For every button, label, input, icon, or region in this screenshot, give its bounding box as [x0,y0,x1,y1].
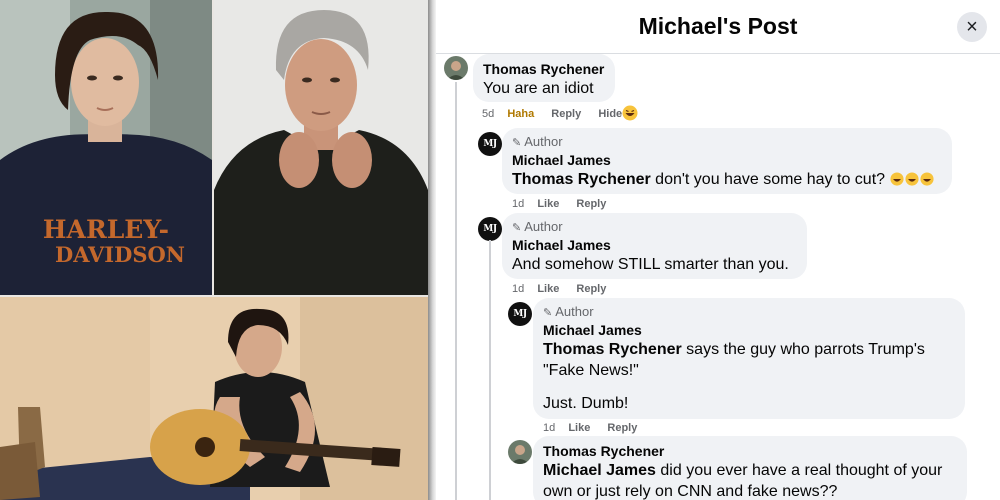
svg-text:DAVIDSON: DAVIDSON [55,242,185,267]
dialog-title: Michael's Post [638,13,798,39]
photo-man-with-acoustic-guitar[interactable] [0,297,428,500]
hide-button[interactable]: Hide [598,108,622,120]
comment-time[interactable]: 1d [512,198,524,210]
pencil-icon: ✎ [543,307,553,319]
laughing-emoji-icon [890,172,905,186]
photo-young-man-harley-sweater[interactable]: HARLEY- DAVIDSON [0,0,212,295]
comment-actions: 1d Like Reply [543,422,651,434]
avatar-michael-james[interactable]: MJ [478,132,502,156]
like-button[interactable]: Like [537,198,559,210]
like-button[interactable]: Like [568,422,590,434]
reply-button[interactable]: Reply [576,283,606,295]
comment-author[interactable]: Michael James [543,321,955,339]
close-button[interactable]: × [957,12,987,42]
pencil-icon: ✎ [512,137,522,149]
avatar-michael-james[interactable]: MJ [478,217,502,241]
svg-text:HARLEY-: HARLEY- [43,215,169,244]
photo-collage: HARLEY- DAVIDSON [0,0,430,500]
mention-link[interactable]: Thomas Rychener [543,341,682,358]
comment-actions: 5d Haha Reply Hide [482,108,636,120]
laughing-emoji-icon[interactable] [622,105,638,121]
pencil-icon: ✎ [512,222,522,234]
photo-older-man-gray-hair[interactable] [214,0,428,295]
comment-text: Thomas Rychener says the guy who parrots… [543,341,925,412]
thread-line [455,82,457,500]
comment-author[interactable]: Thomas Rychener [543,442,957,460]
comment-actions: 1d Like Reply [512,283,620,295]
reply-button[interactable]: Reply [576,198,606,210]
mention-link[interactable]: Thomas Rychener [512,171,651,188]
comment-author[interactable]: Michael James [512,236,797,254]
comment-bubble: ✎ Author Michael James Thomas Rychener sa… [533,298,965,419]
reply-button[interactable]: Reply [551,108,581,120]
collage-divider [428,0,436,500]
author-badge: ✎ Author [543,304,594,319]
comment-text: Michael James did you ever have a real t… [543,462,943,500]
comment-time[interactable]: 5d [482,108,494,120]
mention-link[interactable]: Michael James [543,462,656,479]
comment-text: Thomas Rychener don't you have some hay … [512,169,942,190]
author-badge: ✎ Author [512,219,563,234]
reply-button[interactable]: Reply [607,422,637,434]
thread-line [489,240,491,500]
avatar-thomas-rychener[interactable] [444,56,468,80]
like-button[interactable]: Like [537,283,559,295]
comment-time[interactable]: 1d [512,283,524,295]
comment-text: And somehow STILL smarter than you. [512,256,789,273]
comment-bubble: ✎ Author Michael James And somehow STILL … [502,213,807,279]
comment-text: You are an idiot [483,80,594,97]
comment-author[interactable]: Michael James [512,151,942,169]
haha-reaction-button[interactable]: Haha [507,108,534,120]
close-icon: × [966,16,978,38]
post-dialog: Michael's Post × Thomas Rychener You are… [436,0,1000,500]
author-badge: ✎ Author [512,134,563,149]
avatar-michael-james[interactable]: MJ [508,302,532,326]
comment-time[interactable]: 1d [543,422,555,434]
avatar-thomas-rychener[interactable] [508,440,532,464]
comment-bubble: Thomas Rychener Michael James did you ev… [533,436,967,500]
comment-author[interactable]: Thomas Rychener [483,60,605,78]
comment-actions: 1d Like Reply [512,198,620,210]
laughing-emoji-icon [905,172,920,186]
laughing-emoji-icon [920,172,935,186]
comment-bubble: ✎ Author Michael James Thomas Rychener do… [502,128,952,194]
comment-bubble: Thomas Rychener You are an idiot [473,54,615,102]
dialog-header: Michael's Post × [436,0,1000,54]
